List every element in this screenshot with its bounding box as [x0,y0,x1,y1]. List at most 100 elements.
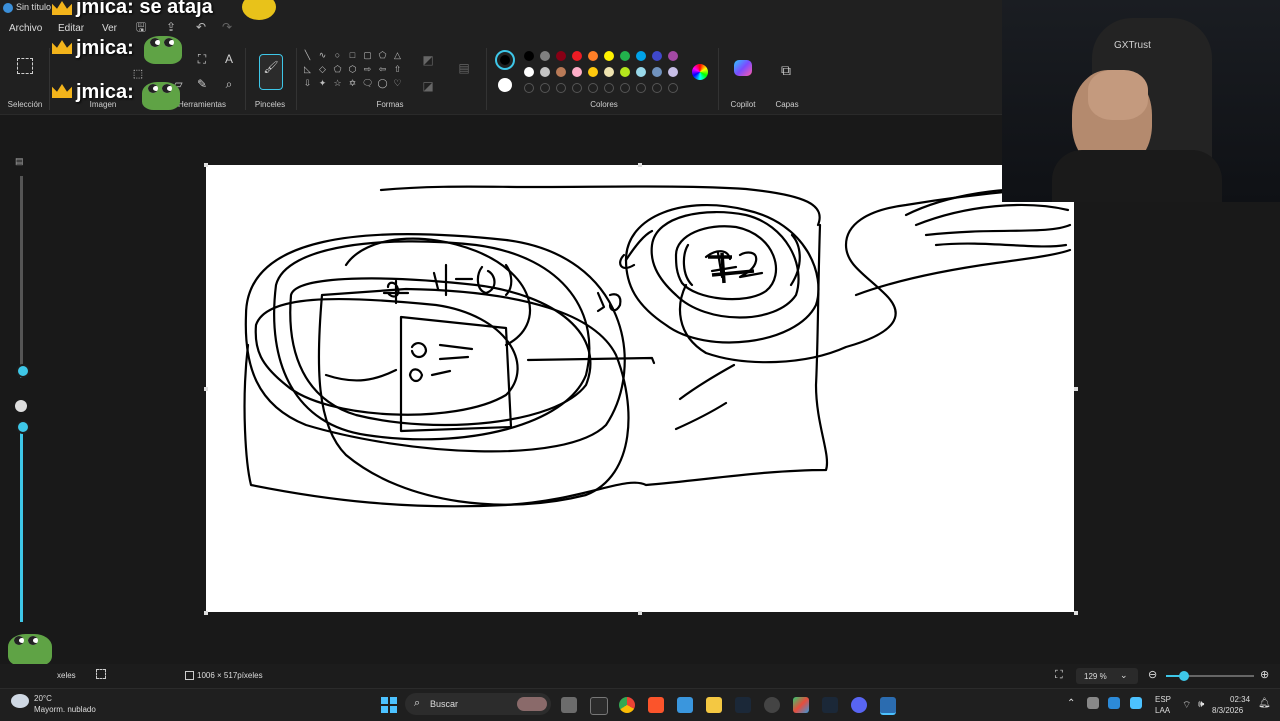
custom-color-slot[interactable] [636,83,646,93]
volume-icon[interactable]: 🕪 [1198,699,1204,710]
zoom-in-icon[interactable]: ⊕ [1260,668,1269,681]
arrow-up-shape-icon[interactable]: ⇧ [392,64,403,75]
oval-shape-icon[interactable]: ○ [332,50,343,61]
right-triangle-shape-icon[interactable]: ◺ [302,64,313,75]
bell-icon[interactable]: 🔔︎ [1258,698,1271,709]
edit-colors-icon[interactable] [692,64,708,80]
star5-shape-icon[interactable]: ☆ [332,78,343,89]
folder-icon[interactable] [706,697,722,713]
star4-shape-icon[interactable]: ✦ [317,78,328,89]
color-swatch[interactable] [636,67,646,77]
clock-time[interactable]: 02:34 [1230,695,1250,704]
custom-color-slot[interactable] [572,83,582,93]
arrow-left-shape-icon[interactable]: ⇦ [377,64,388,75]
custom-color-slot[interactable] [652,83,662,93]
triangle-shape-icon[interactable]: △ [392,50,403,61]
zoom-out-icon[interactable]: ⊖ [1148,668,1157,681]
epic-games-icon[interactable] [590,697,608,715]
color-swatch[interactable] [556,67,566,77]
arrow-right-shape-icon[interactable]: ⇨ [362,64,373,75]
size-slider-thumb[interactable] [16,364,30,378]
size-slider-track[interactable] [20,176,23,366]
language-line2[interactable]: LAA [1155,706,1170,715]
color-swatch[interactable] [588,51,598,61]
canvas-resize-handle[interactable] [1074,387,1078,391]
wifi-icon[interactable]: ⌔ [1182,699,1191,712]
shape-fill-icon[interactable]: ◪ [420,78,436,94]
pentagon-shape-icon[interactable]: ⬠ [332,64,343,75]
custom-color-slot[interactable] [588,83,598,93]
diamond-shape-icon[interactable]: ◇ [317,64,328,75]
callout-rect-shape-icon[interactable]: 🗨 [362,78,373,89]
color-swatch[interactable] [524,51,534,61]
store-icon[interactable] [677,697,693,713]
language-line1[interactable]: ESP [1155,695,1171,704]
tray-mic-icon[interactable] [1130,697,1142,709]
primary-color-button[interactable] [495,50,515,70]
canvas-resize-handle[interactable] [204,163,208,167]
heart-shape-icon[interactable]: ♡ [392,78,403,89]
copilot-icon[interactable] [734,60,752,76]
zoom-dropdown[interactable]: 129 % ⌄ [1076,668,1138,684]
canvas-resize-handle[interactable] [1074,611,1078,615]
custom-color-slot[interactable] [620,83,630,93]
rounded-rect-shape-icon[interactable]: ▢ [362,50,373,61]
layers-icon[interactable]: ⧉ [778,62,794,78]
color-swatch[interactable] [604,51,614,61]
color-swatch[interactable] [636,51,646,61]
discord-icon[interactable] [851,697,867,713]
color-swatch[interactable] [572,51,582,61]
opacity-slider-track[interactable] [20,426,23,622]
weather-cloud-icon[interactable] [11,694,29,708]
rectangle-shape-icon[interactable]: □ [347,50,358,61]
secondary-color-swatch[interactable] [498,78,512,92]
canvas-resize-handle[interactable] [638,611,642,615]
color-swatch[interactable] [652,51,662,61]
drawing-canvas[interactable] [206,165,1074,612]
custom-color-slot[interactable] [540,83,550,93]
custom-color-slot[interactable] [668,83,678,93]
shape-outline-icon[interactable]: ◩ [420,52,436,68]
zoom-slider-track[interactable] [1166,671,1254,681]
tray-chevron-up-icon[interactable]: ⌃ [1067,698,1075,709]
canvas-resize-handle[interactable] [204,387,208,391]
star6-shape-icon[interactable]: ✡ [347,78,358,89]
curve-shape-icon[interactable]: ∿ [317,50,328,61]
custom-color-slot[interactable] [524,83,534,93]
shape-size-icon[interactable]: ▤ [456,60,472,76]
canvas-resize-handle[interactable] [638,163,642,167]
chrome-icon[interactable] [619,697,635,713]
arrow-down-shape-icon[interactable]: ⇩ [302,78,313,89]
callout-oval-shape-icon[interactable]: ◯ [377,78,388,89]
color-swatch[interactable] [540,67,550,77]
color-swatch[interactable] [668,67,678,77]
fit-window-icon[interactable]: ⛶ [1055,669,1063,682]
steam-alt-icon[interactable] [822,697,838,713]
windows-icon[interactable] [381,697,397,713]
drive-icon[interactable] [793,697,809,713]
obs-icon[interactable] [764,697,780,713]
canvas-resize-handle[interactable] [204,611,208,615]
color-swatch[interactable] [668,51,678,61]
custom-color-slot[interactable] [604,83,614,93]
paint-taskbar-icon[interactable] [880,697,896,715]
color-swatch[interactable] [556,51,566,61]
opacity-slider-thumb[interactable] [16,420,30,434]
custom-color-slot[interactable] [556,83,566,93]
task-view-icon[interactable] [561,697,577,713]
tray-app-icon[interactable] [1087,697,1099,709]
color-swatch[interactable] [524,67,534,77]
color-swatch[interactable] [604,67,614,77]
hexagon-shape-icon[interactable]: ⬡ [347,64,358,75]
color-swatch[interactable] [588,67,598,77]
zoom-slider-thumb[interactable] [1178,671,1189,681]
steam-icon[interactable] [735,697,751,713]
color-swatch[interactable] [540,51,550,61]
brave-icon[interactable] [648,697,664,713]
polygon-shape-icon[interactable]: ⬠ [377,50,388,61]
color-swatch[interactable] [620,67,630,77]
tray-sync-icon[interactable] [1108,697,1120,709]
clock-date[interactable]: 8/3/2026 [1212,706,1243,715]
line-shape-icon[interactable]: ╲ [302,50,313,61]
taskbar-search[interactable]: ⌕ Buscar [405,693,551,715]
